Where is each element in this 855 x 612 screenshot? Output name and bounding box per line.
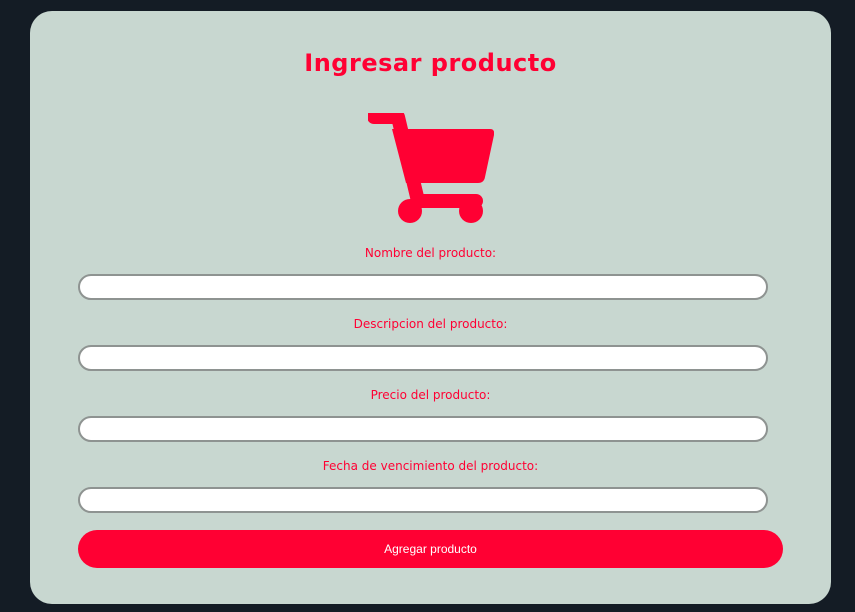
product-expiration-input[interactable]: [78, 487, 768, 513]
page-title: Ingresar producto: [304, 49, 557, 77]
shopping-cart-icon: [368, 113, 494, 223]
product-price-label: Precio del producto:: [370, 388, 491, 402]
product-expiration-label: Fecha de vencimiento del producto:: [322, 459, 539, 473]
add-product-button[interactable]: Agregar producto: [78, 530, 783, 568]
product-form-card: Ingresar producto Nombre del producto: D…: [30, 11, 831, 604]
product-price-input[interactable]: [78, 416, 768, 442]
product-name-label: Nombre del producto:: [364, 246, 497, 260]
product-description-input[interactable]: [78, 345, 768, 371]
product-description-label: Descripcion del producto:: [353, 317, 508, 331]
product-name-input[interactable]: [78, 274, 768, 300]
